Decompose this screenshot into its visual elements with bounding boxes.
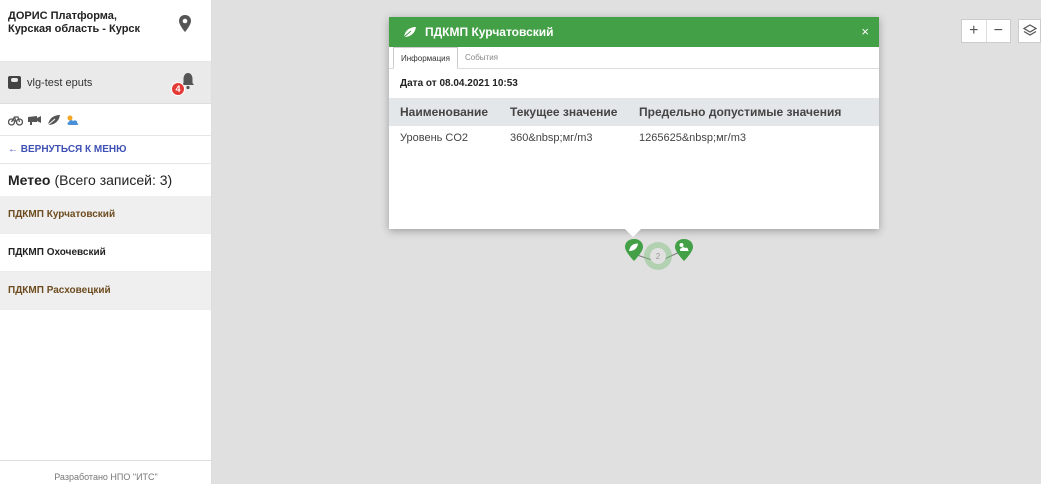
footer-credit: Разработано НПО "ИТС"	[0, 460, 212, 484]
zoom-control: + −	[961, 19, 1011, 43]
list-item-okhochevsky[interactable]: ПДКМП Охочевский	[0, 234, 211, 272]
cluster-count: 2	[650, 248, 666, 264]
location-title: ДОРИС Платформа, Курская область - Курск	[8, 10, 141, 35]
popup-tabs: Информация События	[389, 47, 879, 69]
tab-events[interactable]: События	[458, 47, 505, 68]
station-popup: ПДКМП Курчатовский × Информация События …	[389, 17, 879, 237]
table-row: Уровень CO2 360&nbsp;мг/m3 1265625&nbsp;…	[389, 126, 879, 150]
cell-name: Уровень CO2	[400, 132, 469, 144]
table-header: Наименование Текущее значение Предельно …	[389, 98, 879, 126]
notification-badge: 4	[171, 81, 185, 96]
category-icons	[0, 104, 211, 136]
popup-title: ПДКМП Курчатовский	[425, 25, 554, 39]
leaf-icon[interactable]	[46, 114, 61, 126]
marker-cluster[interactable]: 2	[644, 242, 672, 270]
leaf-icon	[403, 27, 416, 38]
section-count: (Всего записей: 3)	[54, 172, 173, 188]
user-bar: vlg-test eputs 4	[0, 62, 211, 104]
leaf-marker-icon[interactable]	[624, 238, 644, 262]
popup-header: ПДКМП Курчатовский ×	[389, 17, 879, 47]
layers-icon	[1022, 24, 1037, 36]
column-header-limit: Предельно допустимые значения	[639, 105, 842, 119]
cell-current: 360&nbsp;мг/m3	[510, 132, 593, 144]
list-item-kurchatovsky[interactable]: ПДКМП Курчатовский	[0, 196, 211, 234]
weather-icon[interactable]	[65, 114, 80, 126]
column-header-name: Наименование	[400, 105, 489, 119]
bicycle-icon[interactable]	[8, 114, 23, 126]
section-header: Метео (Всего записей: 3)	[0, 164, 211, 196]
location-header: ДОРИС Платформа, Курская область - Курск	[0, 0, 211, 62]
weather-marker-icon[interactable]	[674, 238, 694, 262]
popup-pointer	[625, 229, 641, 237]
cell-limit: 1265625&nbsp;мг/m3	[639, 132, 746, 144]
zoom-in-button[interactable]: +	[962, 20, 987, 42]
layers-button[interactable]	[1018, 19, 1041, 43]
camera-icon[interactable]	[27, 114, 42, 126]
column-header-current: Текущее значение	[510, 105, 618, 119]
tab-info[interactable]: Информация	[393, 47, 458, 69]
back-to-menu-link[interactable]: ← ВЕРНУТЬСЯ К МЕНЮ	[0, 136, 211, 164]
user-card-icon	[8, 76, 21, 89]
notifications-button[interactable]: 4	[169, 70, 197, 96]
list-item-raskhovetsky[interactable]: ПДКМП Расховецкий	[0, 272, 211, 310]
section-title: Метео	[8, 172, 51, 188]
data-date: Дата от 08.04.2021 10:53	[400, 78, 518, 89]
user-name: vlg-test eputs	[27, 76, 93, 89]
zoom-out-button[interactable]: −	[987, 20, 1011, 42]
sidebar: ДОРИС Платформа, Курская область - Курск…	[0, 0, 212, 484]
map-pin-icon[interactable]	[177, 14, 193, 34]
close-icon[interactable]: ×	[861, 24, 869, 39]
